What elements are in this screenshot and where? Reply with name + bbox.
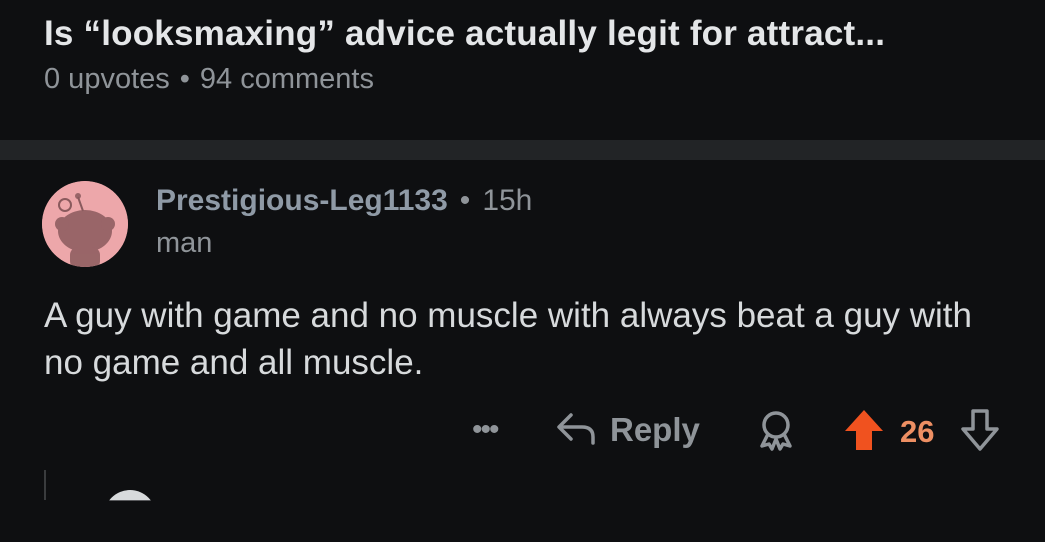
reply-arrow-icon <box>556 410 596 451</box>
snoo-avatar-icon[interactable] <box>42 181 128 267</box>
thread-line[interactable] <box>44 470 46 500</box>
section-divider <box>0 140 1045 160</box>
post-meta: 0 upvotes • 94 comments <box>44 63 374 96</box>
award-icon[interactable] <box>756 409 796 456</box>
downvote-arrow-icon[interactable] <box>958 407 1002 458</box>
author-separator: • <box>459 184 471 217</box>
upvote-arrow-icon[interactable] <box>842 407 886 458</box>
reply-label: Reply <box>610 411 700 448</box>
comment-actions: ••• Reply 26 <box>0 405 1045 465</box>
more-options-icon[interactable]: ••• <box>472 413 499 447</box>
meta-separator: • <box>179 63 190 95</box>
next-comment-avatar <box>104 490 156 501</box>
comment-body: A guy with game and no muscle with alway… <box>44 296 972 382</box>
upvote-count: 0 upvotes <box>44 63 170 95</box>
comment-count: 94 comments <box>199 63 374 95</box>
reply-button[interactable]: Reply <box>556 407 700 453</box>
post-header[interactable]: Is “looksmaxing” advice actually legit f… <box>0 0 1045 140</box>
comment-time: 15h <box>482 184 533 217</box>
author-name[interactable]: Prestigious-Leg1133 <box>156 184 448 217</box>
comment-author-line: Prestigious-Leg1133 • 15h <box>156 184 532 218</box>
vote-score: 26 <box>900 414 935 449</box>
user-flair: man <box>156 227 213 259</box>
post-title[interactable]: Is “looksmaxing” advice actually legit f… <box>44 14 1014 54</box>
comment: Prestigious-Leg1133 • 15h man A guy with g… <box>0 160 1045 501</box>
